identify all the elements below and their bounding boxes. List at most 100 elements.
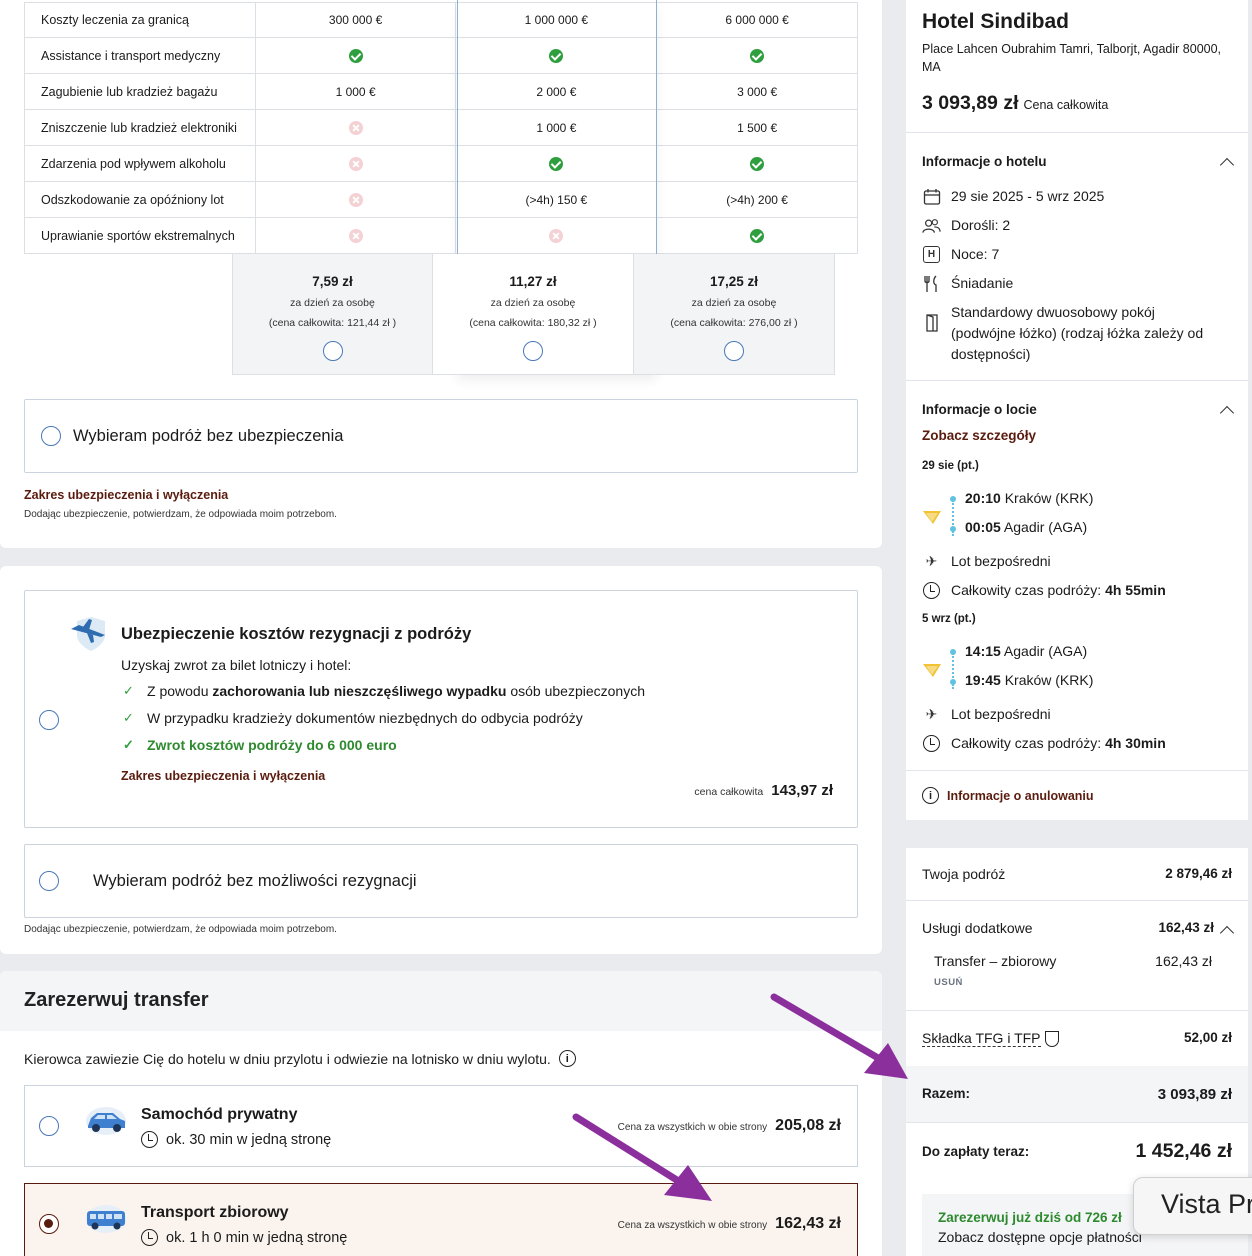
coverage-excluded-cell bbox=[255, 110, 457, 146]
hotel-board-text: Śniadanie bbox=[951, 275, 1014, 291]
resignation-radio[interactable] bbox=[39, 710, 59, 730]
clock-icon bbox=[922, 581, 941, 600]
vista-overlay-tooltip: Vista Pr bbox=[1133, 1177, 1252, 1235]
plan-radio[interactable] bbox=[523, 341, 543, 361]
coverage-excluded-cell bbox=[255, 218, 457, 254]
remove-transfer-button[interactable]: USUŃ bbox=[934, 977, 963, 988]
transfer-time-text: ok. 1 h 0 min w jedną stronę bbox=[166, 1229, 348, 1246]
summary-extras[interactable]: Usługi dodatkowe 162,43 zł bbox=[922, 920, 1214, 936]
hotel-info-title[interactable]: Informacje o hotelu bbox=[922, 154, 1047, 169]
check-icon: ✓ bbox=[123, 683, 134, 698]
plan-radio[interactable] bbox=[322, 341, 343, 361]
flight-info-title[interactable]: Informacje o locie bbox=[922, 402, 1037, 417]
hotel-icon: H bbox=[922, 245, 941, 264]
coverage-label: Zdarzenia pod wpływem alkoholu bbox=[24, 146, 256, 182]
outbound-leg: 20:10 Kraków (KRK) 00:05 Agadir (AGA) bbox=[922, 490, 1242, 550]
coverage-row: Koszty leczenia za granicą 300 000 €1 000… bbox=[24, 2, 858, 38]
transfer-option-private[interactable]: Samochód prywatny ok. 30 min w jedną str… bbox=[24, 1085, 858, 1167]
no-resignation-option[interactable]: Wybieram podróż bez możliwości rezygnacj… bbox=[24, 844, 858, 918]
plan-radio[interactable] bbox=[724, 341, 744, 361]
resignation-insurance-option[interactable]: Ubezpieczenie kosztów rezygnacji z podró… bbox=[24, 590, 858, 828]
price-value: 143,97 zł bbox=[771, 782, 833, 799]
coverage-included-cell bbox=[255, 38, 457, 74]
x-circle-icon bbox=[348, 120, 363, 135]
return-arrival: 19:45 Kraków (KRK) bbox=[965, 672, 1093, 688]
coverage-excluded-cell bbox=[255, 182, 457, 218]
arrival-place: Agadir (AGA) bbox=[1000, 519, 1088, 535]
transfer-shared-time: ok. 1 h 0 min w jedną stronę bbox=[141, 1229, 347, 1246]
duration-value: 4h 30min bbox=[1105, 735, 1166, 751]
summary-label: Do zapłaty teraz: bbox=[922, 1144, 1030, 1159]
departure-time: 20:10 bbox=[965, 490, 1001, 506]
transfer-card: Zarezerwuj transfer Kierowca zawiezie Ci… bbox=[0, 971, 882, 1256]
resignation-benefit-1: ✓ Z powodu zachorowania lub nieszczęśliw… bbox=[123, 683, 645, 699]
check-circle-icon bbox=[549, 156, 564, 171]
summary-trip: Twoja podróż 2 879,46 zł bbox=[922, 866, 1232, 882]
insurance-plan-price[interactable]: 17,25 zł za dzień za osobę (cena całkowita… bbox=[634, 254, 835, 375]
cancellation-info-link[interactable]: i Informacje o anulowaniu bbox=[922, 787, 1094, 804]
plan-total-price: (cena całkowita: 180,32 zł ) bbox=[469, 317, 597, 329]
no-insurance-option[interactable]: Wybieram podróż bez ubezpieczenia bbox=[24, 399, 858, 473]
check-circle-icon bbox=[750, 156, 765, 171]
coverage-row: Zagubienie lub kradzież bagażu 1 000 €2 0… bbox=[24, 74, 858, 110]
resignation-title: Ubezpieczenie kosztów rezygnacji z podró… bbox=[121, 625, 472, 643]
no-resignation-radio[interactable] bbox=[39, 871, 59, 891]
summary-total: Razem: 3 093,89 zł bbox=[922, 1086, 1232, 1103]
booking-details-card: Hotel Sindibad Place Lahcen Oubrahim Tam… bbox=[906, 0, 1248, 820]
chevron-up-icon[interactable] bbox=[1219, 405, 1235, 421]
resignation-card: Ubezpieczenie kosztów rezygnacji z podró… bbox=[0, 566, 882, 954]
coverage-label: Uprawianie sportów ekstremalnych bbox=[24, 218, 256, 254]
benefit-text: osób ubezpieczonych bbox=[506, 683, 645, 699]
coverage-excluded-cell bbox=[255, 146, 457, 182]
coverage-row: Uprawianie sportów ekstremalnych bbox=[24, 218, 858, 254]
x-circle-icon bbox=[348, 192, 363, 207]
clock-icon bbox=[141, 1131, 158, 1148]
hotel-nights: H Noce: 7 bbox=[922, 244, 999, 265]
flight-details-link[interactable]: Zobacz szczegóły bbox=[922, 428, 1036, 443]
x-circle-icon bbox=[348, 156, 363, 171]
divider bbox=[906, 900, 1248, 901]
info-icon[interactable]: i bbox=[558, 1050, 576, 1067]
arrival-time: 00:05 bbox=[965, 519, 1001, 535]
coverage-excluded-cell bbox=[456, 218, 658, 254]
coverage-label: Koszty leczenia za granicą bbox=[24, 2, 256, 38]
check-icon: ✓ bbox=[123, 737, 134, 752]
plan-daily-price: 11,27 zł bbox=[509, 274, 557, 289]
direct-flight-text: Lot bezpośredni bbox=[951, 553, 1051, 569]
hotel-name: Hotel Sindibad bbox=[922, 10, 1069, 33]
shield-icon bbox=[1044, 1031, 1059, 1048]
coverage-value-cell: (>4h) 200 € bbox=[657, 182, 858, 218]
clock-icon bbox=[141, 1229, 158, 1246]
resignation-price: cena całkowita 143,97 zł bbox=[694, 782, 833, 799]
price-label: cena całkowita bbox=[694, 786, 764, 798]
benefit-text: Z powodu bbox=[147, 683, 213, 699]
transfer-shared-radio[interactable] bbox=[39, 1214, 59, 1234]
departure-place: Kraków (KRK) bbox=[1000, 490, 1094, 506]
transfer-description-text: Kierowca zawiezie Cię do hotelu w dniu p… bbox=[24, 1050, 551, 1067]
divider bbox=[906, 770, 1248, 771]
coverage-value-cell: 300 000 € bbox=[255, 2, 457, 38]
fork-knife-icon bbox=[922, 274, 941, 293]
coverage-included-cell bbox=[657, 146, 858, 182]
airline-logo-icon bbox=[923, 664, 941, 677]
outbound-direct: ✈ Lot bezpośredni bbox=[922, 551, 1051, 572]
tfg-label[interactable]: Składka TFG i TFP bbox=[922, 1030, 1041, 1047]
transfer-title: Zarezerwuj transfer bbox=[24, 989, 209, 1011]
hotel-room: Standardowy dwuosobowy pokój (podwójne ł… bbox=[922, 302, 1222, 365]
transfer-option-shared[interactable]: Transport zbiorowy ok. 1 h 0 min w jedną… bbox=[24, 1183, 858, 1256]
no-insurance-radio[interactable] bbox=[41, 426, 61, 446]
chevron-up-icon[interactable] bbox=[1219, 157, 1235, 173]
hotel-adults: Dorośli: 2 bbox=[922, 215, 1010, 236]
summary-transfer: Transfer – zbiorowy 162,43 zł bbox=[934, 953, 1212, 969]
cancellation-info-text: Informacje o anulowaniu bbox=[947, 788, 1094, 803]
insurance-scope-link[interactable]: Zakres ubezpieczenia i wyłączenia bbox=[24, 488, 228, 502]
duration-value: 4h 55min bbox=[1105, 582, 1166, 598]
price-label: Cena za wszystkich w obie strony bbox=[617, 1122, 768, 1133]
resignation-scope-link[interactable]: Zakres ubezpieczenia i wyłączenia bbox=[121, 769, 325, 783]
hotel-adults-text: Dorośli: 2 bbox=[951, 217, 1011, 233]
insurance-plan-price[interactable]: 7,59 zł za dzień za osobę (cena całkowita:… bbox=[232, 254, 433, 375]
transfer-private-radio[interactable] bbox=[39, 1116, 59, 1136]
chevron-up-icon[interactable] bbox=[1219, 925, 1235, 941]
transfer-private-name: Samochód prywatny bbox=[141, 1106, 298, 1123]
insurance-plan-price[interactable]: 11,27 zł za dzień za osobę (cena całkowita… bbox=[433, 254, 634, 375]
